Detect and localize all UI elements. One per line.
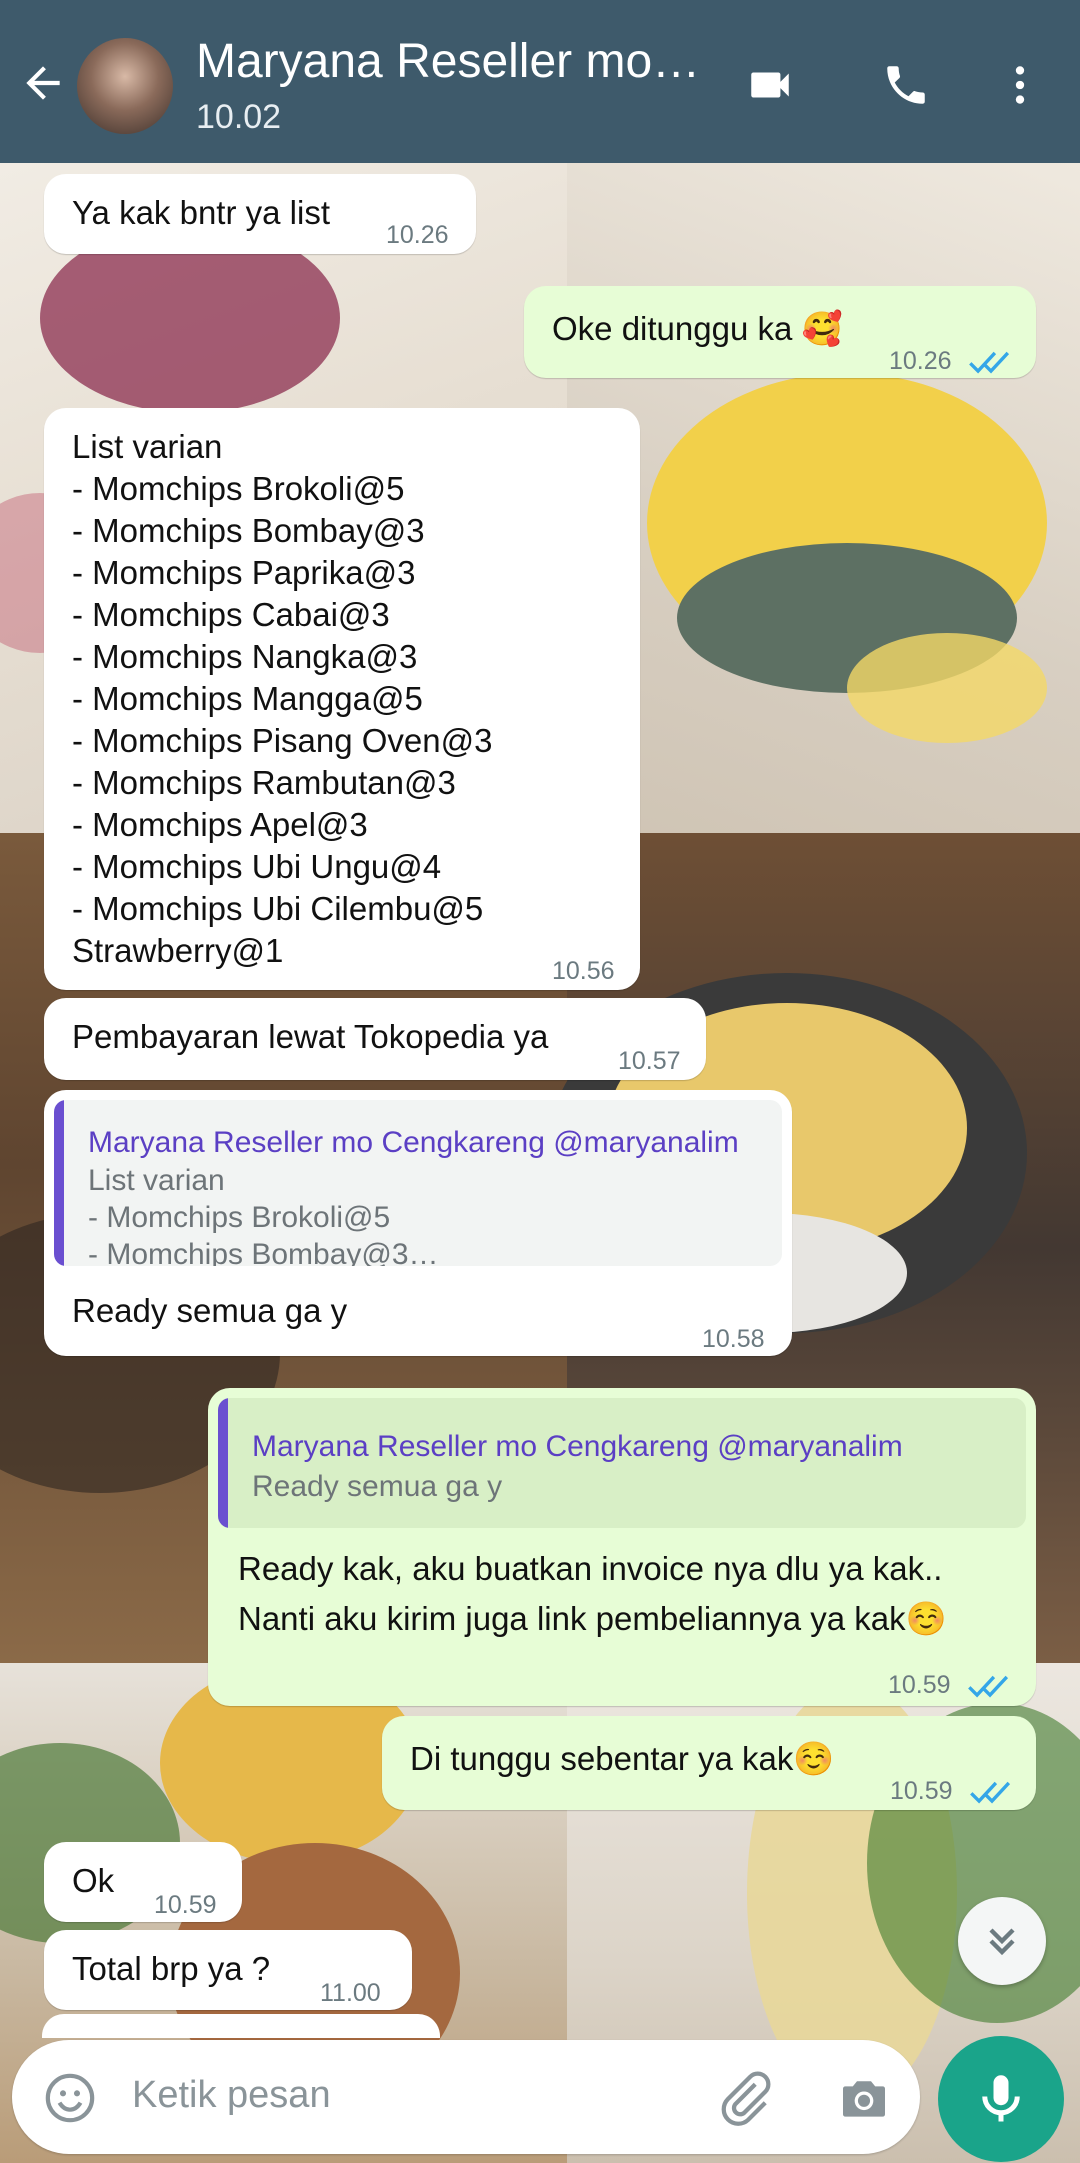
mic-icon <box>982 2075 1020 2122</box>
message-time: 11.00 <box>320 1979 381 2007</box>
message-text: List varian - Momchips Brokoli@5 - Momch… <box>72 428 493 969</box>
read-receipt-icon <box>967 1676 1008 1698</box>
message-time-row: 10.59 <box>890 1770 1014 1812</box>
back-arrow-icon[interactable] <box>18 58 68 108</box>
read-receipt-icon <box>968 352 1009 374</box>
contact-name[interactable]: Maryana Reseller mo… <box>196 34 700 89</box>
quoted-text: List varian - Momchips Brokoli@5 - Momch… <box>88 1164 439 1266</box>
message-time-row: 10.26 <box>889 340 1013 382</box>
message-text: Di tunggu sebentar ya kak☺️ <box>410 1740 835 1777</box>
message-bubble-incoming[interactable]: List varian - Momchips Brokoli@5 - Momch… <box>44 408 640 990</box>
message-bubble-outgoing[interactable]: Oke ditunggu ka 🥰 10.26 <box>524 286 1036 378</box>
scroll-to-bottom-button[interactable] <box>958 1897 1046 1985</box>
message-input-bar[interactable]: Ketik pesan <box>12 2040 920 2154</box>
quote-accent-bar <box>218 1398 228 1528</box>
attach-icon[interactable] <box>714 2068 774 2128</box>
video-call-icon[interactable] <box>740 60 800 110</box>
quoted-message[interactable]: Maryana Reseller mo Cengkareng @maryanal… <box>54 1100 782 1266</box>
message-bubble-incoming[interactable]: Pembayaran lewat Tokopedia ya 10.57 <box>44 998 706 1080</box>
message-time: 10.58 <box>702 1325 765 1353</box>
quoted-message[interactable]: Maryana Reseller mo Cengkareng @maryanal… <box>218 1398 1026 1528</box>
quoted-author: Maryana Reseller mo Cengkareng @maryanal… <box>252 1430 903 1463</box>
message-text: Total brp ya ? <box>72 1950 271 1987</box>
message-time: 10.56 <box>552 957 615 985</box>
message-input[interactable]: Ketik pesan <box>132 2074 331 2117</box>
message-bubble-incoming[interactable]: Ya kak bntr ya list 10.26 <box>44 174 476 254</box>
message-time: 10.59 <box>890 1777 953 1805</box>
message-time: 10.57 <box>618 1047 681 1075</box>
message-bubble-incoming[interactable]: Ok 10.59 <box>44 1842 242 1922</box>
message-text: Ya kak bntr ya list <box>72 194 330 231</box>
message-text: Ok <box>72 1862 115 1899</box>
chat-header: Maryana Reseller mo… 10.02 <box>0 0 1080 163</box>
message-time: 10.59 <box>154 1891 217 1919</box>
message-text: Pembayaran lewat Tokopedia ya <box>72 1018 549 1055</box>
quoted-author: Maryana Reseller mo Cengkareng @maryanal… <box>88 1126 739 1159</box>
read-receipt-icon <box>969 1782 1010 1804</box>
quoted-text: Ready semua ga y <box>252 1470 503 1503</box>
message-bubble-incoming[interactable]: Maryana Reseller mo Cengkareng @maryanal… <box>44 1090 792 1356</box>
message-time: 10.26 <box>889 347 952 375</box>
message-time: 10.59 <box>888 1671 951 1699</box>
quote-accent-bar <box>54 1100 64 1266</box>
double-chevron-down-icon <box>989 1928 1015 1956</box>
more-options-icon[interactable] <box>990 60 1050 110</box>
camera-icon[interactable] <box>834 2070 894 2126</box>
last-seen: 10.02 <box>196 98 282 136</box>
voice-message-button[interactable] <box>938 2036 1064 2162</box>
partial-message-bubble <box>42 2014 440 2038</box>
message-bubble-outgoing[interactable]: Maryana Reseller mo Cengkareng @maryanal… <box>208 1388 1036 1706</box>
avatar[interactable] <box>77 38 173 134</box>
emoji-icon[interactable] <box>42 2070 98 2126</box>
message-time-row: 10.59 <box>888 1664 1012 1706</box>
message-text: Ready semua ga y <box>72 1292 348 1329</box>
message-bubble-incoming[interactable]: Total brp ya ? 11.00 <box>44 1930 412 2010</box>
message-bubble-outgoing[interactable]: Di tunggu sebentar ya kak☺️ 10.59 <box>382 1716 1036 1810</box>
phone-call-icon[interactable] <box>876 60 936 110</box>
message-text: Oke ditunggu ka 🥰 <box>552 310 843 347</box>
message-time: 10.26 <box>386 221 449 249</box>
wallpaper-tile <box>567 163 1080 833</box>
message-text: Ready kak, aku buatkan invoice nya dlu y… <box>238 1550 947 1637</box>
